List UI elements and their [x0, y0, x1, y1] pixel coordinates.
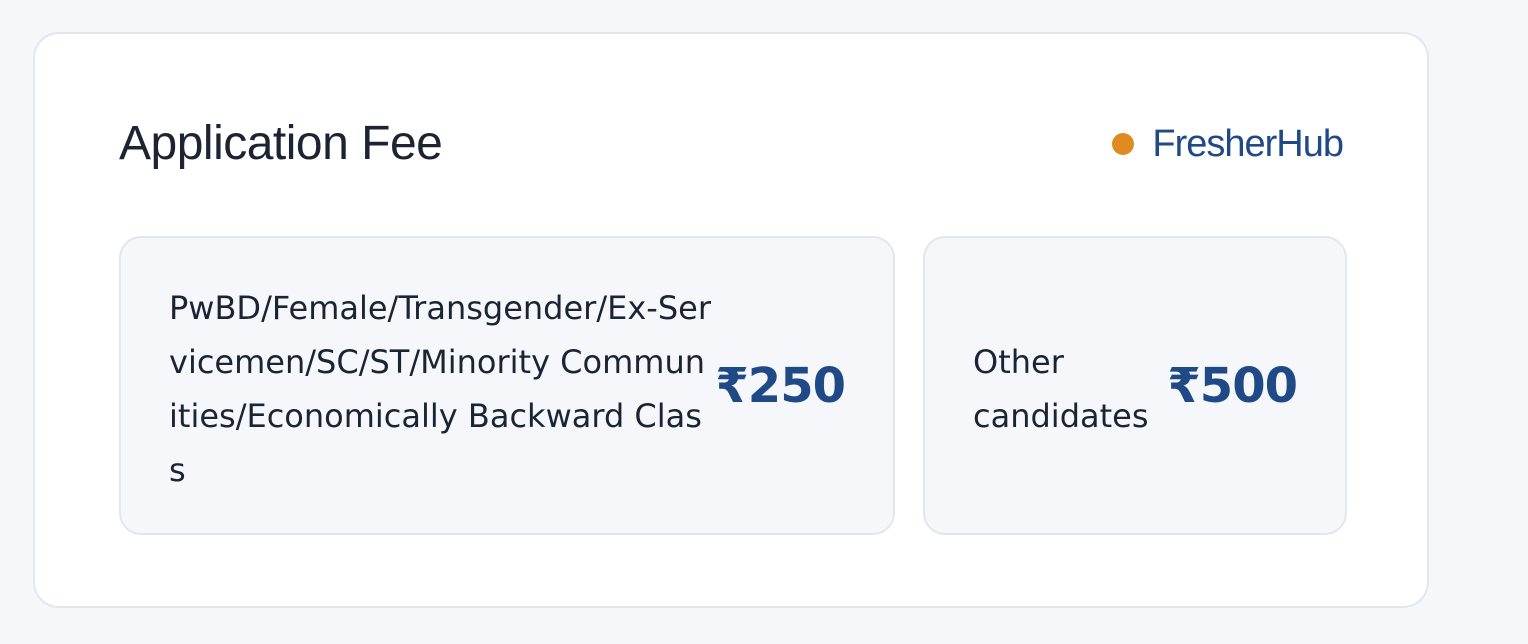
application-fee-card: Application Fee FresherHub PwBD/Female/T…	[33, 32, 1429, 608]
card-title: Application Fee	[119, 117, 443, 170]
fee-item-other: Other candidates ₹500	[923, 236, 1347, 535]
fee-amount: ₹250	[715, 357, 846, 414]
fee-item-reserved: PwBD/Female/Transgender/Ex-Servicemen/SC…	[119, 236, 895, 535]
brand-logo: FresherHub	[1112, 122, 1344, 166]
fee-category-label: Other candidates	[973, 342, 1149, 435]
brand-name: FresherHub	[1152, 123, 1344, 165]
fee-category-label: PwBD/Female/Transgender/Ex-Servicemen/SC…	[169, 288, 711, 489]
brand-dot-icon	[1112, 133, 1135, 155]
fee-amount: ₹500	[1167, 357, 1298, 414]
